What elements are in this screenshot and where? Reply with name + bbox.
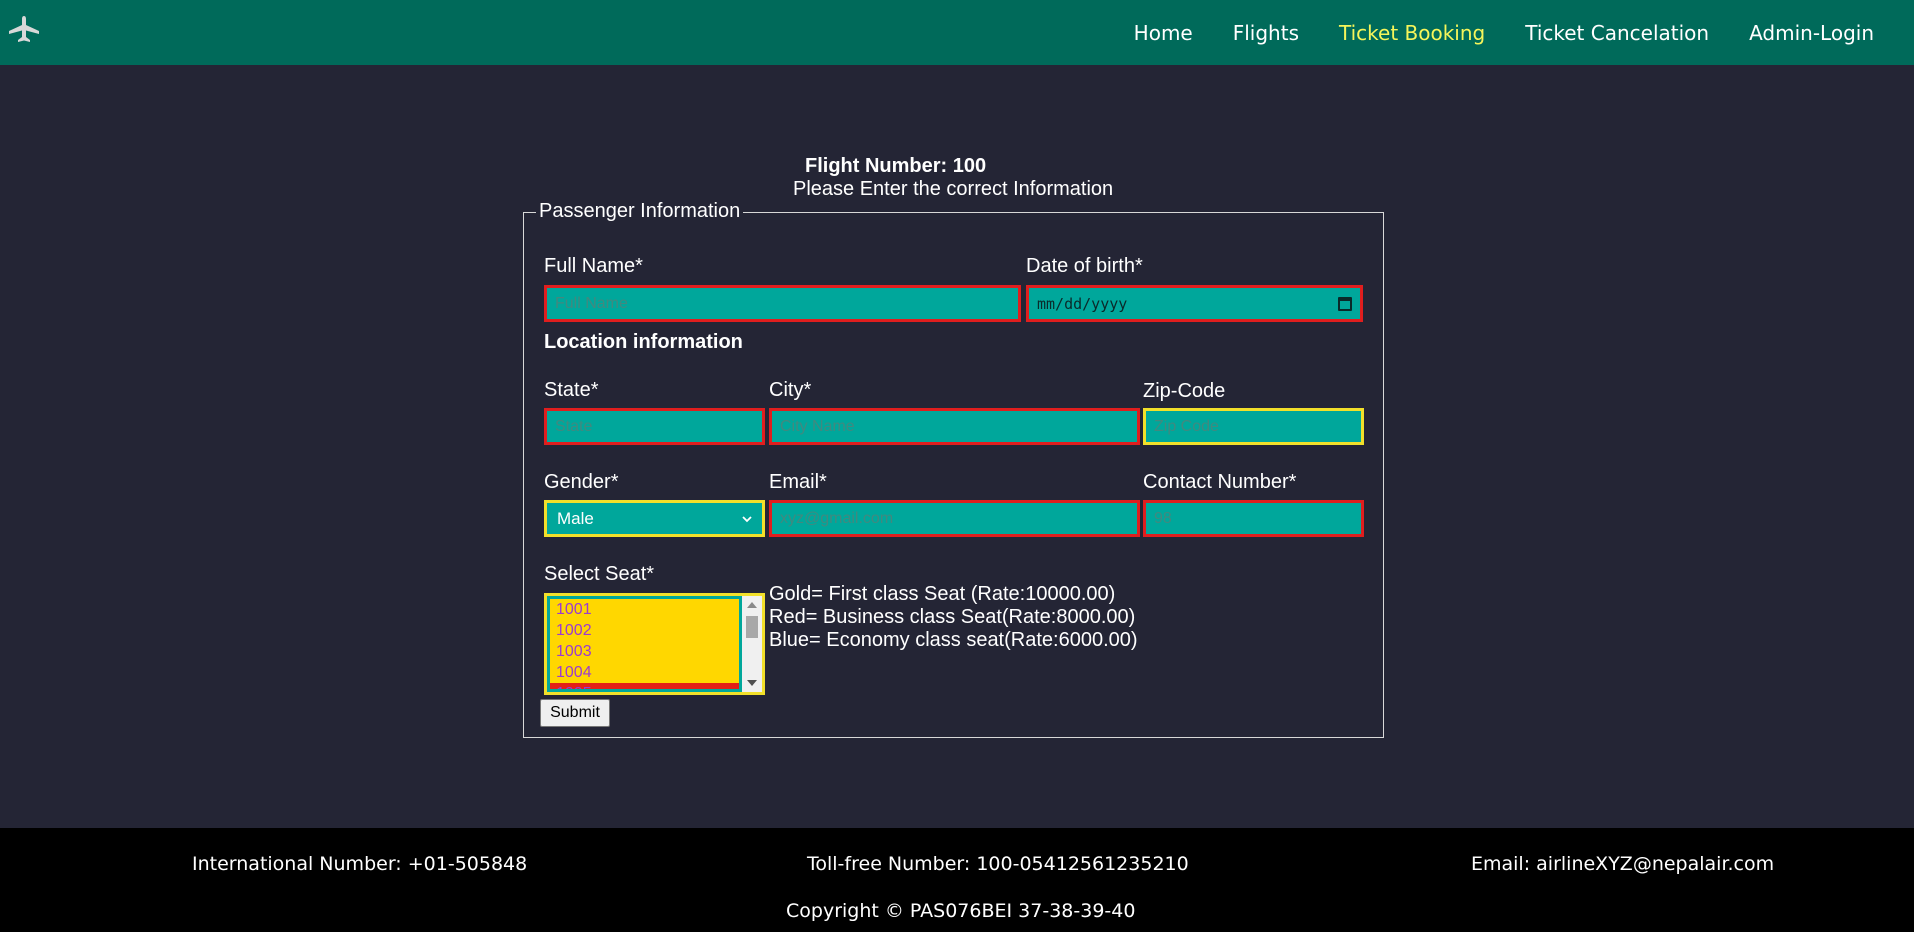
navbar: Home Flights Ticket Booking Ticket Cance…	[0, 0, 1914, 65]
zip-label: Zip-Code	[1143, 380, 1226, 402]
footer-copyright: Copyright © PAS076BEI 37-38-39-40	[786, 900, 1136, 922]
footer-international-number: International Number: +01-505848	[192, 853, 528, 875]
full-name-label: Full Name*	[544, 255, 643, 277]
gender-select[interactable]: Male	[544, 500, 765, 537]
location-heading: Location information	[544, 331, 743, 353]
seat-option[interactable]: 1005	[550, 683, 739, 689]
zip-input[interactable]	[1143, 408, 1364, 445]
city-input[interactable]	[769, 408, 1140, 445]
chevron-down-icon	[742, 515, 752, 522]
email-input[interactable]	[769, 500, 1140, 537]
seat-legend-blue: Blue= Economy class seat(Rate:6000.00)	[769, 629, 1138, 651]
seat-legend-gold: Gold= First class Seat (Rate:10000.00)	[769, 583, 1116, 605]
city-label: City*	[769, 379, 812, 401]
submit-button[interactable]: Submit	[540, 699, 610, 727]
scroll-thumb[interactable]	[746, 616, 758, 638]
form-subtitle: Please Enter the correct Information	[793, 178, 1114, 200]
contact-input[interactable]	[1143, 500, 1364, 537]
footer-tollfree-number: Toll-free Number: 100-05412561235210	[807, 853, 1189, 875]
seat-options: 1001 1002 1003 1004 1005	[550, 599, 739, 689]
nav-admin-login[interactable]: Admin-Login	[1749, 21, 1874, 45]
contact-label: Contact Number*	[1143, 471, 1297, 493]
flight-number: Flight Number: 100	[805, 155, 987, 177]
state-input[interactable]	[544, 408, 765, 445]
nav-home[interactable]: Home	[1134, 21, 1193, 45]
dob-placeholder: mm/dd/yyyy	[1037, 294, 1128, 313]
gender-selected: Male	[557, 508, 594, 528]
seat-legend: Gold= First class Seat (Rate:10000.00) R…	[769, 583, 1138, 652]
airplane-icon[interactable]	[6, 14, 42, 44]
fieldset-legend: Passenger Information	[536, 200, 744, 223]
seat-legend-red: Red= Business class Seat(Rate:8000.00)	[769, 606, 1136, 628]
gender-label: Gender*	[544, 471, 619, 493]
seat-option[interactable]: 1004	[550, 662, 739, 683]
state-label: State*	[544, 379, 599, 401]
calendar-icon[interactable]	[1338, 296, 1352, 311]
seat-option[interactable]: 1002	[550, 620, 739, 641]
seat-label: Select Seat*	[544, 563, 655, 585]
passenger-fieldset: Passenger Information Full Name* Date of…	[523, 200, 1384, 738]
scroll-up-icon[interactable]	[747, 602, 757, 608]
seat-option[interactable]: 1001	[550, 599, 739, 620]
dob-label: Date of birth*	[1026, 255, 1143, 277]
nav-flights[interactable]: Flights	[1233, 21, 1299, 45]
seat-listbox[interactable]: 1001 1002 1003 1004 1005	[544, 593, 765, 695]
nav-links: Home Flights Ticket Booking Ticket Cance…	[1134, 0, 1874, 65]
email-label: Email*	[769, 471, 827, 493]
footer: International Number: +01-505848 Toll-fr…	[0, 828, 1914, 932]
seat-option[interactable]: 1003	[550, 641, 739, 662]
nav-ticket-booking[interactable]: Ticket Booking	[1339, 21, 1485, 45]
seat-scrollbar[interactable]	[742, 596, 762, 692]
nav-ticket-cancelation[interactable]: Ticket Cancelation	[1525, 21, 1709, 45]
footer-email: Email: airlineXYZ@nepalair.com	[1471, 853, 1775, 875]
scroll-down-icon[interactable]	[747, 680, 757, 686]
full-name-input[interactable]	[544, 285, 1021, 322]
dob-input[interactable]: mm/dd/yyyy	[1026, 285, 1363, 322]
